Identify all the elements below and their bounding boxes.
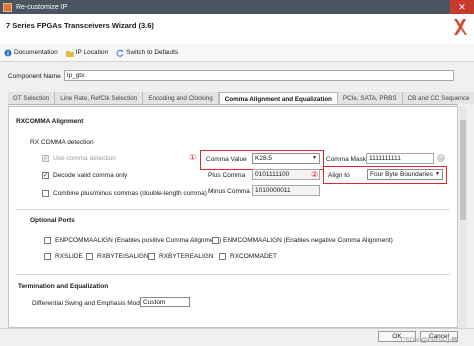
- xilinx-logo-icon: [454, 19, 467, 35]
- window-title: Re-customize IP: [16, 3, 68, 11]
- enpcommaalign-checkbox[interactable]: ENPCOMMAALIGN (Enables positive Comma Al…: [44, 237, 221, 244]
- tab-encoding-clocking[interactable]: Encoding and Clocking: [143, 92, 219, 104]
- watermark: CSDN @FPGA小辉: [400, 337, 458, 344]
- diff-swing-label: Differential Swing and Emphasis Mode: [32, 300, 144, 307]
- checkbox-unchecked-icon: [86, 253, 93, 260]
- refresh-icon: [116, 49, 124, 57]
- tab-comma-alignment[interactable]: Comma Alignment and Equalization: [218, 92, 338, 104]
- diff-swing-select[interactable]: Custom: [140, 297, 190, 307]
- comma-value-select[interactable]: K28.5 ▼: [252, 153, 320, 164]
- align-to-label: Align to: [328, 172, 350, 179]
- minus-comma-label: Minus Comma: [208, 188, 250, 195]
- chevron-down-icon: ▼: [312, 155, 317, 161]
- vertical-scrollbar[interactable]: [459, 106, 467, 328]
- documentation-label: Documentation: [14, 49, 58, 56]
- rx-comma-detection-heading: RX COMMA detection: [30, 139, 94, 146]
- rxcommadet-label: RXCOMMADET: [230, 253, 277, 260]
- ip-location-label: IP Location: [75, 49, 109, 56]
- checkbox-unchecked-icon: [148, 253, 155, 260]
- section-divider: [16, 274, 450, 275]
- align-to-selected: Four Byte Boundaries: [370, 171, 433, 178]
- app-icon: [3, 2, 12, 12]
- termination-heading: Termination and Equalization: [18, 283, 109, 290]
- close-button[interactable]: ✕: [450, 0, 474, 14]
- rxbyteisaligned-checkbox[interactable]: RXBYTEISALIGN: [86, 253, 149, 260]
- checkbox-unchecked-icon: [212, 237, 219, 244]
- rxslide-label: RXSLIDE: [55, 253, 83, 260]
- comma-value-label: Comma Value: [206, 156, 247, 163]
- comma-mask-field[interactable]: 1111111111: [366, 153, 434, 164]
- rxbyterealign-label: RXBYTEREALIGN: [159, 253, 214, 260]
- annotation-marker-2: ②: [311, 170, 319, 179]
- checkbox-unchecked-icon: [42, 190, 49, 197]
- checkbox-unchecked-icon: [219, 253, 226, 260]
- tab-bar: GT Selection Line Rate, RefClk Selection…: [8, 92, 474, 105]
- clear-icon[interactable]: ×: [437, 154, 445, 162]
- title-bar: Re-customize IP ✕: [0, 0, 474, 14]
- component-name-label: Component Name: [8, 73, 61, 80]
- enpcommaalign-label: ENPCOMMAALIGN (Enables positive Comma Al…: [55, 237, 222, 244]
- use-comma-detection-checkbox[interactable]: ✓ Use comma detection: [42, 155, 116, 162]
- minus-comma-field[interactable]: 1010000011: [252, 185, 320, 196]
- combine-commas-checkbox[interactable]: Combine plus/minus commas (double-length…: [42, 190, 207, 197]
- combine-commas-label: Combine plus/minus commas (double-length…: [53, 190, 207, 197]
- optional-ports-heading: Optional Ports: [30, 217, 75, 224]
- plus-comma-field[interactable]: 0101111100: [252, 169, 320, 180]
- switch-defaults-button[interactable]: Switch to Defaults: [116, 49, 178, 57]
- tab-line-rate[interactable]: Line Rate, RefClk Selection: [55, 92, 144, 104]
- checkbox-unchecked-icon: [44, 253, 51, 260]
- wizard-header: 7 Series FPGAs Transceivers Wizard (3.6): [0, 14, 474, 44]
- rxcomma-alignment-heading: RXCOMMA Alignment: [16, 118, 84, 125]
- enmcommaalign-checkbox[interactable]: ENMCOMMAALIGN (Enables negative Comma Al…: [212, 237, 393, 244]
- info-icon: [4, 49, 12, 57]
- documentation-button[interactable]: Documentation: [4, 49, 58, 57]
- use-comma-detection-label: Use comma detection: [53, 155, 116, 162]
- decode-valid-comma-checkbox[interactable]: ✓ Decode valid comma only: [42, 172, 127, 179]
- diff-swing-selected: Custom: [143, 299, 166, 306]
- wizard-title: 7 Series FPGAs Transceivers Wizard (3.6): [6, 21, 154, 30]
- scrollbar-thumb[interactable]: [460, 120, 466, 220]
- rxbyteisaligned-label: RXBYTEISALIGN: [97, 253, 149, 260]
- checkbox-unchecked-icon: [44, 237, 51, 244]
- tab-pcie-sata-prbs[interactable]: PCIe, SATA, PRBS: [337, 92, 403, 104]
- rxslide-checkbox[interactable]: RXSLIDE: [44, 253, 83, 260]
- comma-value-selected: K28.5: [255, 155, 272, 162]
- chevron-down-icon: ▼: [435, 171, 440, 177]
- decode-valid-comma-label: Decode valid comma only: [53, 172, 128, 179]
- folder-icon: [65, 49, 74, 57]
- section-divider: [16, 209, 450, 210]
- rxbyterealign-checkbox[interactable]: RXBYTEREALIGN: [148, 253, 214, 260]
- ip-location-button[interactable]: IP Location: [65, 49, 109, 57]
- comma-mask-label: Comma Mask: [326, 156, 367, 163]
- rxcommadet-checkbox[interactable]: RXCOMMADET: [219, 253, 277, 260]
- tab-cb-cc-sequence[interactable]: CB and CC Sequence: [402, 92, 474, 104]
- toolbar: Documentation IP Location Switch to Defa…: [0, 44, 474, 62]
- switch-defaults-label: Switch to Defaults: [126, 49, 179, 56]
- checkbox-checked-icon: ✓: [42, 172, 49, 179]
- checkbox-checked-icon: ✓: [42, 155, 49, 162]
- annotation-marker-1: ①: [189, 153, 197, 162]
- enmcommaalign-label: ENMCOMMAALIGN (Enables negative Comma Al…: [223, 237, 393, 244]
- plus-comma-label: Plus Comma: [208, 172, 246, 179]
- align-to-select[interactable]: Four Byte Boundaries ▼: [367, 169, 443, 180]
- tab-gt-selection[interactable]: GT Selection: [8, 92, 56, 104]
- component-name-field[interactable]: ip_gtx: [64, 70, 454, 81]
